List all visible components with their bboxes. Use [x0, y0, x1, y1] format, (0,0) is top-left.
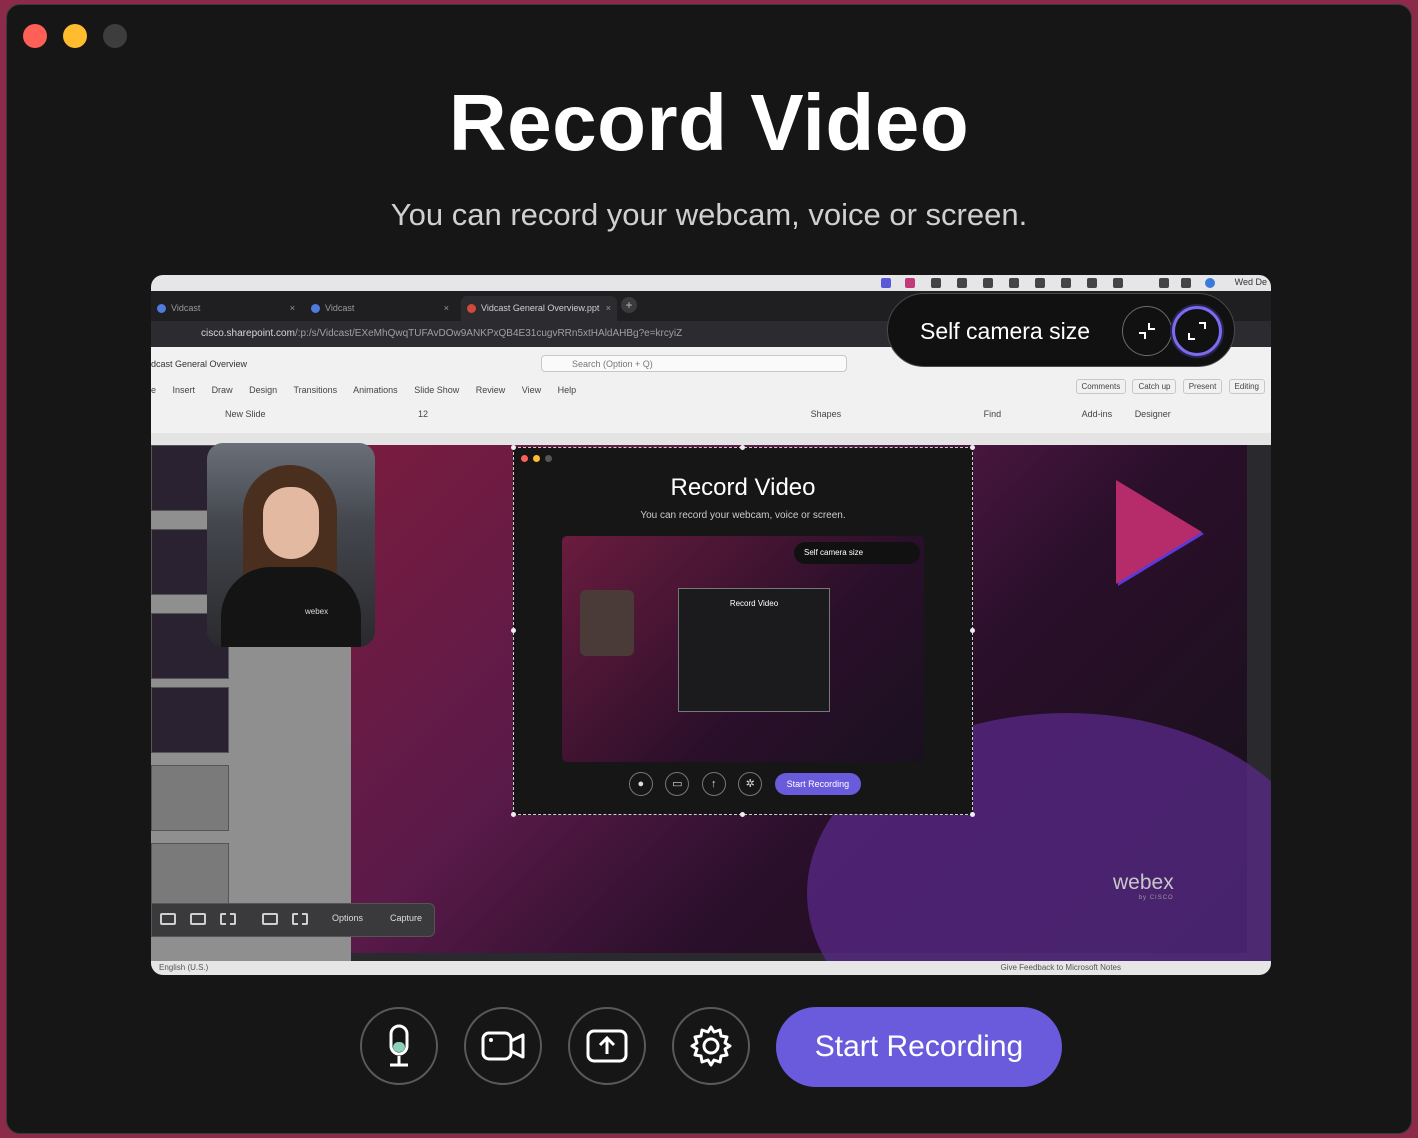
ribbon-menu-item[interactable]: Draw	[212, 385, 233, 395]
ribbon-menu-item[interactable]: Animations	[353, 385, 398, 395]
record-screen-icon[interactable]	[262, 913, 278, 925]
browser-tab[interactable]: Vidcast ×	[151, 296, 301, 321]
menubar-icon	[1061, 278, 1071, 288]
recording-controls: Start Recording	[7, 1007, 1411, 1087]
present-button[interactable]: Present	[1182, 379, 1223, 394]
capture-selection-area[interactable]: Record Video You can record your webcam,…	[511, 445, 975, 817]
nested-webcam	[580, 590, 634, 656]
options-dropdown[interactable]: Options	[332, 913, 363, 923]
ribbon-menu-item[interactable]: Design	[249, 385, 277, 395]
ribbon-toolbar: New Slide 12 Shapes Find Add-ins Designe…	[151, 409, 1271, 419]
vidcast-play-logo	[1116, 480, 1202, 584]
slide-thumbnail[interactable]	[151, 687, 229, 753]
settings-button[interactable]	[672, 1007, 750, 1085]
nested-preview: Self camera size Record Video	[562, 536, 924, 762]
record-selection-icon[interactable]	[292, 913, 308, 925]
window-minimize-button[interactable]	[63, 24, 87, 48]
new-slide-button[interactable]: New Slide	[225, 409, 266, 419]
ribbon-menu-item[interactable]: e	[151, 385, 156, 395]
page-title: Record Video	[448, 78, 970, 167]
webex-logo: webex by CISCO	[1113, 871, 1174, 901]
font-size-select[interactable]: 12	[418, 409, 428, 419]
menubar-clock: Wed De	[1234, 277, 1267, 287]
menubar-icon	[983, 278, 993, 288]
ribbon-menu-item[interactable]: Insert	[173, 385, 196, 395]
ribbon-menu-item[interactable]: Slide Show	[414, 385, 459, 395]
find-button[interactable]: Find	[984, 409, 1002, 419]
nested-record-button: Start Recording	[774, 773, 862, 795]
add-ins-button[interactable]: Add-ins	[1082, 409, 1113, 419]
wifi-icon	[1159, 278, 1169, 288]
ribbon-menu-item[interactable]: Help	[558, 385, 577, 395]
feedback-link[interactable]: Give Feedback to Microsoft Notes	[1001, 963, 1122, 972]
microphone-icon	[389, 1024, 409, 1067]
screen-preview: Wed De Vidcast × Vidcast × Vidcast General…	[151, 275, 1271, 975]
menubar-icon	[1087, 278, 1097, 288]
slide-thumbnail[interactable]	[151, 843, 229, 909]
catch-up-button[interactable]: Catch up	[1132, 379, 1177, 394]
office-search-input[interactable]: Search (Option + Q)	[541, 355, 847, 372]
browser-tab-active[interactable]: Vidcast General Overview.ppt ×	[461, 296, 617, 321]
camera-icon	[481, 1031, 525, 1061]
start-recording-button[interactable]: Start Recording	[776, 1007, 1062, 1087]
ribbon-menu-item[interactable]: Review	[476, 385, 506, 395]
mac-menubar: Wed De	[151, 275, 1271, 291]
window-maximize-button[interactable]	[103, 24, 127, 48]
menubar-icon	[931, 278, 941, 288]
menubar-icon	[1009, 278, 1019, 288]
ribbon-right-buttons: Comments Catch up Present Editing	[1072, 379, 1265, 394]
collapse-icon[interactable]	[1122, 306, 1172, 356]
nested-subtitle: You can record your webcam, voice or scr…	[640, 510, 846, 521]
webcam-badge: webex	[305, 607, 329, 616]
page-subtitle: You can record your webcam, voice or scr…	[390, 197, 1028, 232]
self-camera-size-control: Self camera size	[887, 293, 1235, 367]
slide-thumbnail[interactable]	[151, 765, 229, 831]
ribbon-menu-item[interactable]: View	[522, 385, 541, 395]
search-icon	[1181, 278, 1191, 288]
ribbon-menus: e Insert Draw Design Transitions Animati…	[151, 385, 590, 395]
capture-button[interactable]: Capture	[390, 913, 422, 923]
gear-icon	[690, 1025, 732, 1067]
nested-camera-size-pill: Self camera size	[794, 542, 920, 564]
document-title: dcast General Overview	[151, 359, 248, 369]
screenshot-toolbar: Options Capture	[151, 903, 435, 937]
nested-microphone-icon: ●	[628, 772, 653, 796]
screen-share-icon	[586, 1029, 628, 1063]
browser-tab[interactable]: Vidcast ×	[305, 296, 455, 321]
capture-window-icon[interactable]	[190, 913, 206, 925]
menubar-app-icon	[881, 278, 891, 288]
menubar-play-icon	[905, 278, 915, 288]
capture-screen-icon[interactable]	[160, 913, 176, 925]
ribbon-menu-item[interactable]: Transitions	[293, 385, 337, 395]
nested-controls: ● ▭ ↑ ✲ Start Recording	[514, 772, 972, 798]
shapes-button[interactable]: Shapes	[811, 409, 842, 419]
new-tab-icon[interactable]: +	[621, 297, 637, 313]
office-statusbar: English (U.S.) Give Feedback to Microsof…	[151, 961, 1271, 975]
expand-icon[interactable]	[1172, 306, 1222, 356]
microphone-button[interactable]	[360, 1007, 438, 1085]
language-status: English (U.S.)	[159, 963, 209, 972]
menubar-icon	[1035, 278, 1045, 288]
comments-button[interactable]: Comments	[1075, 379, 1127, 394]
webcam-preview[interactable]: webex	[207, 443, 375, 647]
designer-button[interactable]: Designer	[1135, 409, 1171, 419]
siri-icon	[1205, 278, 1215, 288]
capture-selection-icon[interactable]	[220, 913, 236, 925]
nested-inner-window: Record Video	[678, 588, 830, 712]
nested-camera-icon: ▭	[665, 772, 690, 796]
screen-share-button[interactable]	[568, 1007, 646, 1085]
nested-gear-icon: ✲	[738, 772, 763, 796]
editing-button[interactable]: Editing	[1228, 379, 1265, 394]
nested-title: Record Video	[670, 474, 816, 501]
camera-button[interactable]	[464, 1007, 542, 1085]
address-url: cisco.sharepoint.com/:p:/s/Vidcast/EXeMh…	[201, 328, 683, 339]
menubar-icon	[1113, 278, 1123, 288]
app-window: Record Video You can record your webcam,…	[6, 4, 1412, 1134]
menubar-icon	[957, 278, 967, 288]
nested-screen-icon: ↑	[701, 772, 726, 796]
self-camera-size-label: Self camera size	[920, 318, 1091, 344]
window-close-button[interactable]	[23, 24, 47, 48]
